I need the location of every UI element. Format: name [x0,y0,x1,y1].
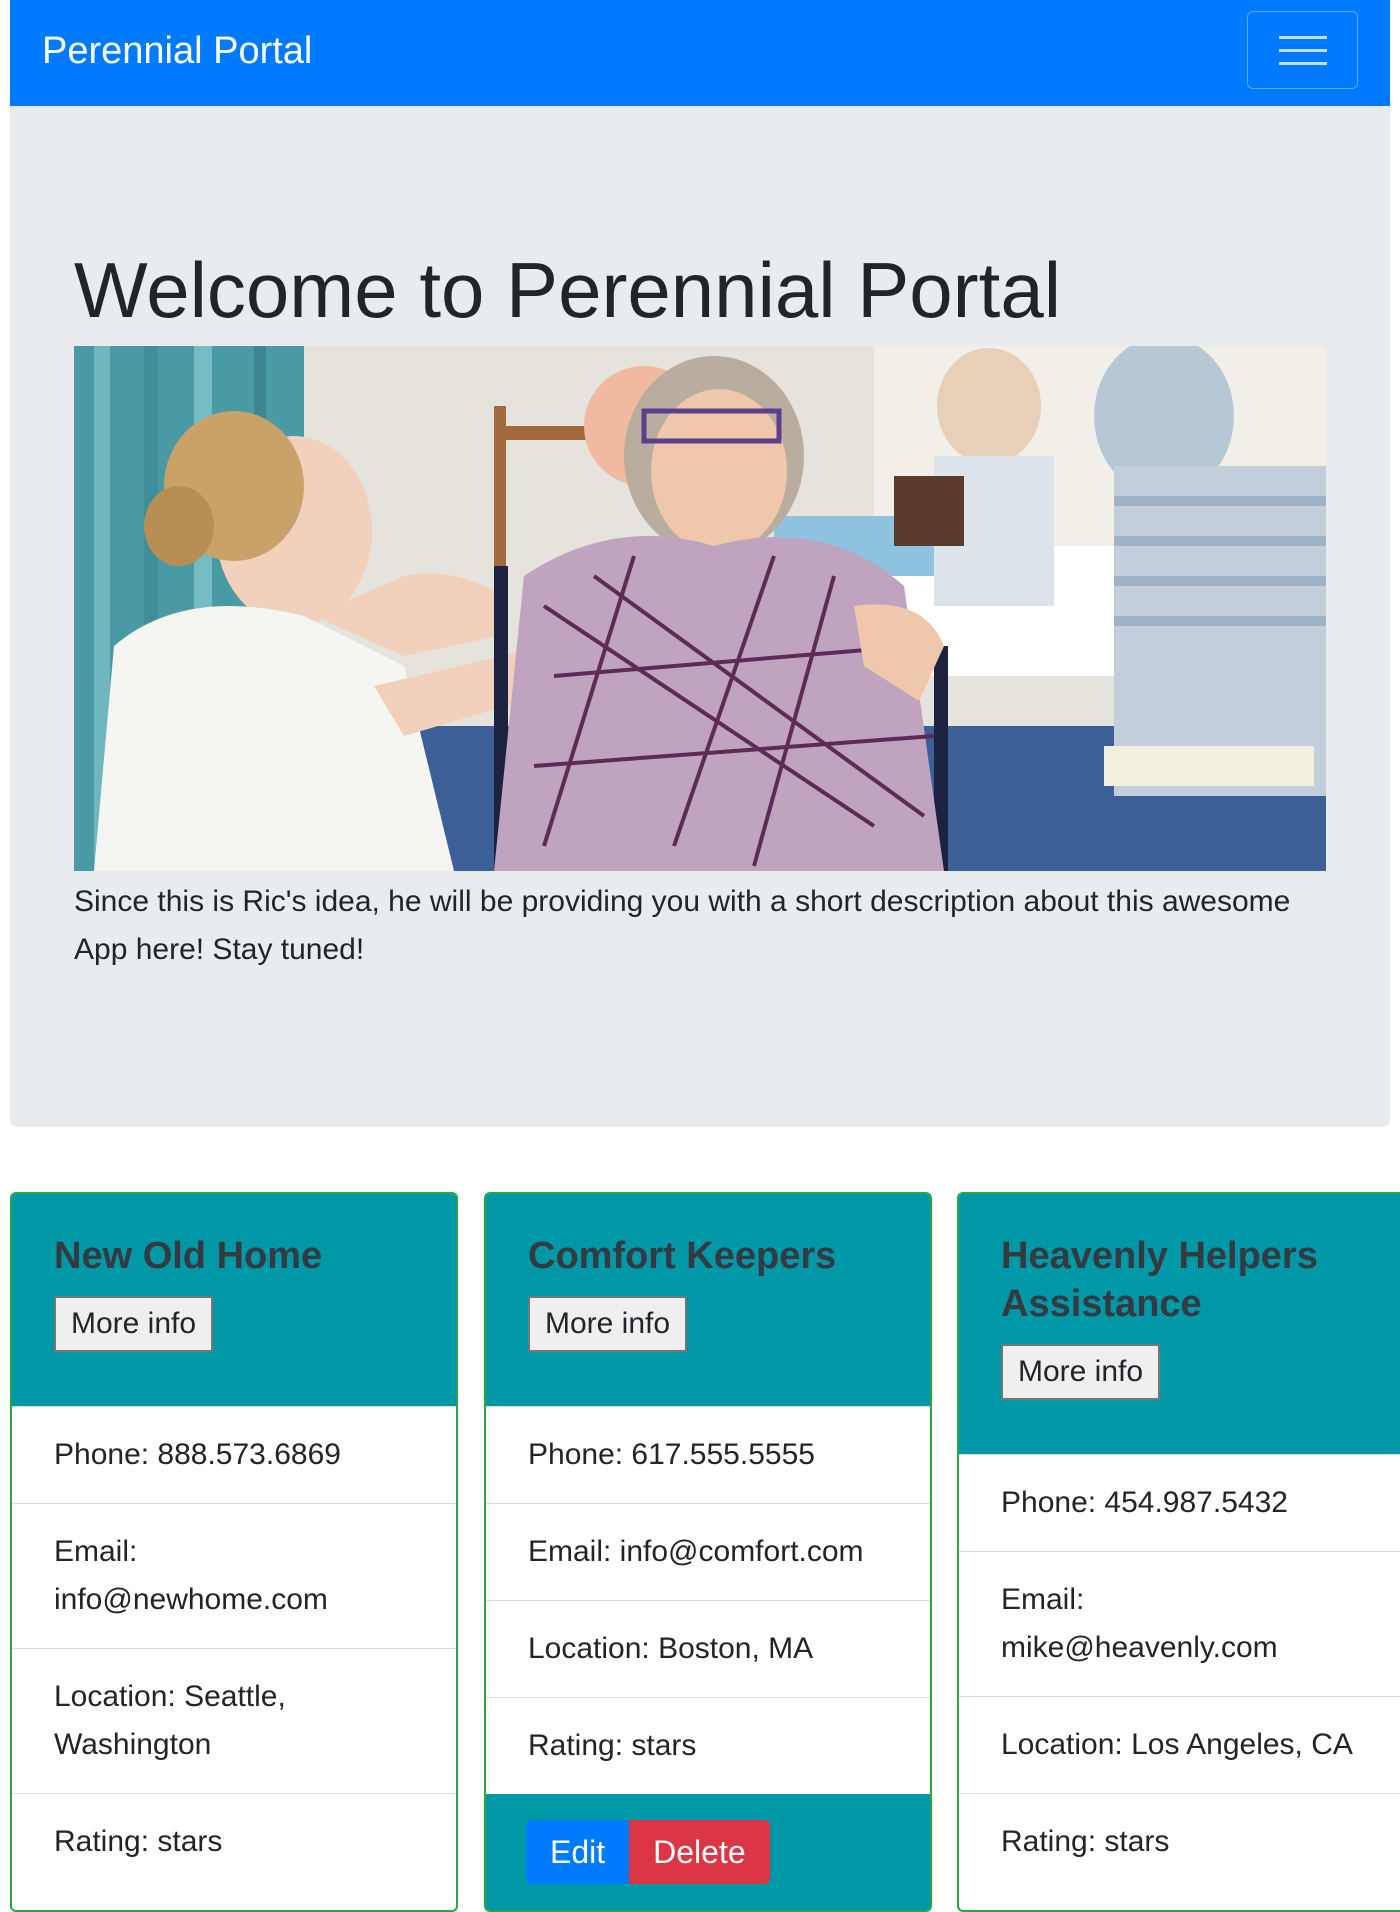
card-footer: Edit Delete [486,1794,930,1910]
provider-card: New Old Home More info Phone: 888.573.68… [10,1192,458,1912]
card-title: Heavenly Helpers Assistance [1001,1235,1318,1325]
page-title: Welcome to Perennial Portal [74,246,1062,334]
navbar-toggler-button[interactable] [1247,11,1358,89]
card-header: New Old Home More info [12,1194,456,1406]
hamburger-bar [1279,49,1327,52]
phone-item: Phone: 454.987.5432 [959,1454,1400,1551]
phone-item: Phone: 888.573.6869 [12,1406,456,1503]
rating-item: Rating: stars [12,1793,456,1890]
hamburger-bar [1279,62,1327,65]
navbar: Perennial Portal [10,0,1390,106]
app-description: Since this is Ric's idea, he will be pro… [74,885,1291,966]
navbar-brand[interactable]: Perennial Portal [42,26,312,76]
hero-image [74,346,1326,871]
phone-item: Phone: 617.555.5555 [486,1406,930,1503]
more-info-button[interactable]: More info [54,1296,214,1352]
card-header: Comfort Keepers More info [486,1194,930,1406]
delete-button[interactable]: Delete [629,1820,770,1884]
email-item: Email: info@comfort.com [486,1503,930,1600]
more-info-button[interactable]: More info [528,1296,688,1352]
card-header: Heavenly Helpers Assistance More info [959,1194,1400,1454]
email-item: Email: mike@heavenly.com [959,1551,1400,1696]
hamburger-menu-icon [1279,36,1327,39]
card-title: New Old Home [54,1235,323,1277]
more-info-button[interactable]: More info [1001,1344,1161,1400]
email-item: Email: info@newhome.com [12,1503,456,1648]
location-item: Location: Los Angeles, CA [959,1696,1400,1793]
location-item: Location: Seattle, Washington [12,1648,456,1793]
jumbotron: Welcome to Perennial Portal Since this i… [10,106,1390,1127]
rating-item: Rating: stars [959,1793,1400,1890]
edit-button[interactable]: Edit [526,1820,630,1884]
card-title: Comfort Keepers [528,1235,837,1277]
provider-card: Heavenly Helpers Assistance More info Ph… [957,1192,1400,1912]
provider-card: Comfort Keepers More info Phone: 617.555… [484,1192,932,1912]
rating-item: Rating: stars [486,1697,930,1794]
location-item: Location: Boston, MA [486,1600,930,1697]
